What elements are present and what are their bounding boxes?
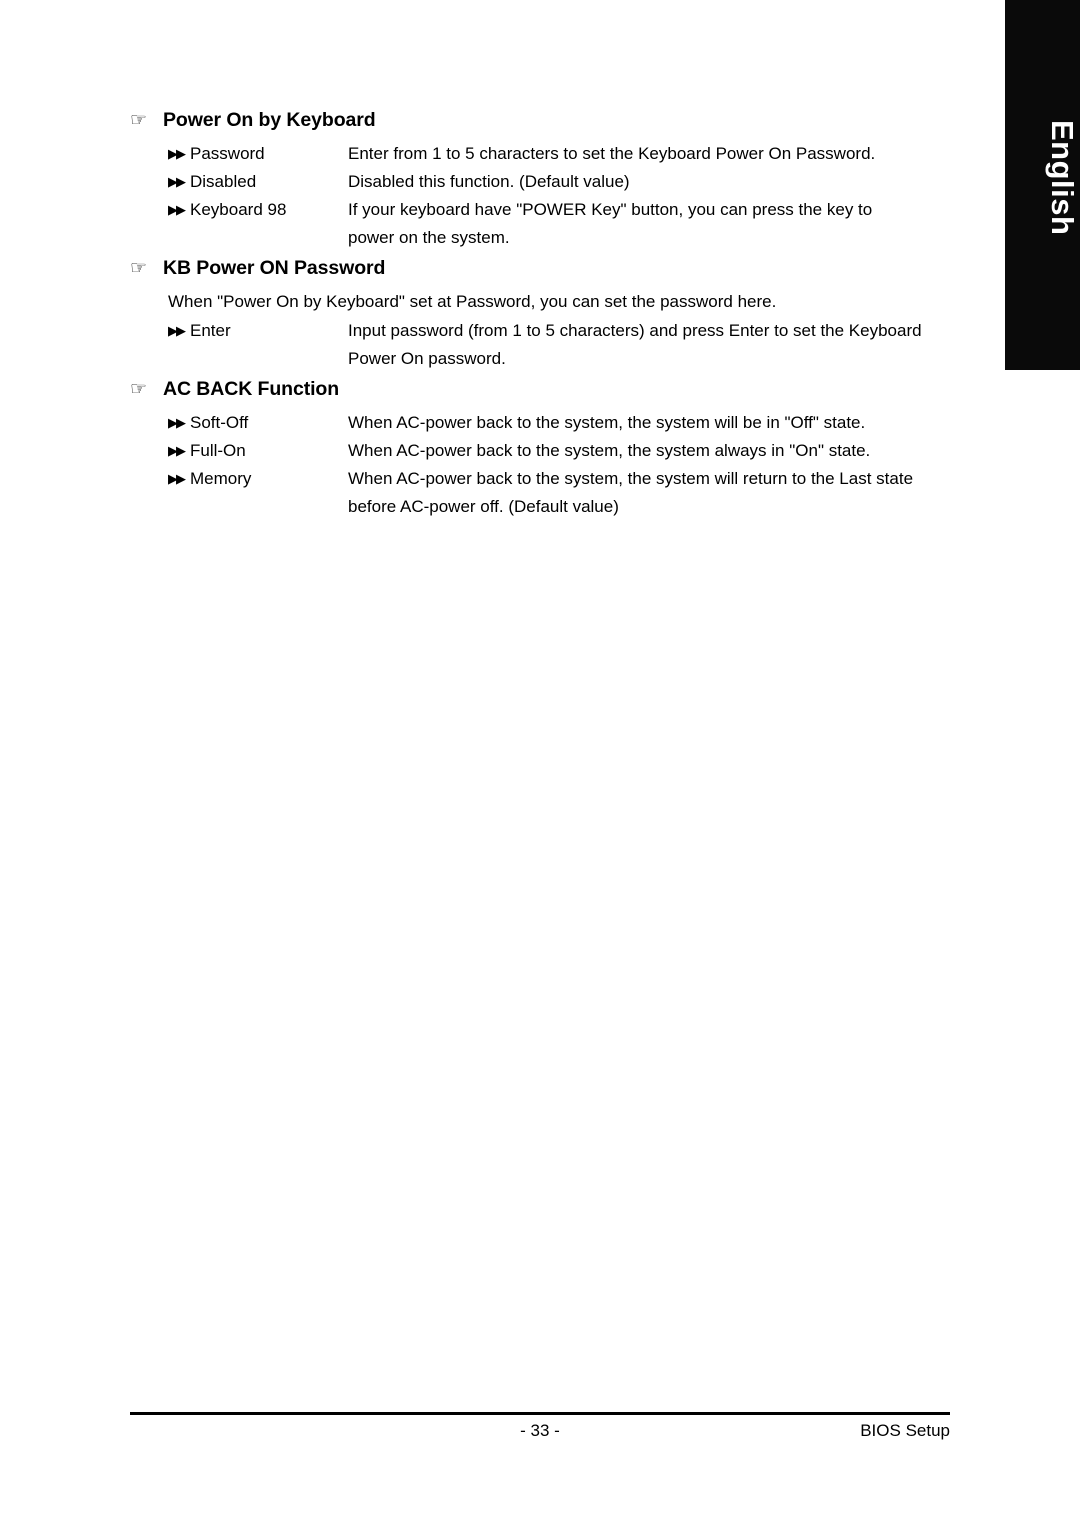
page-footer: - 33 - BIOS Setup <box>130 1412 950 1448</box>
section-heading: ☞ AC BACK Function <box>130 377 960 402</box>
page-content: ☞ Power On by Keyboard ▶▶ Password Enter… <box>130 108 960 525</box>
section-ac-back-function: ☞ AC BACK Function ▶▶ Soft-Off When AC-p… <box>130 377 960 521</box>
option-label: Password <box>190 144 265 163</box>
option-label: Memory <box>190 469 252 488</box>
option-label: Full-On <box>190 441 246 460</box>
option-description-line1: When AC-power back to the system, the sy… <box>348 469 914 488</box>
option-row: ▶▶ Enter Input password (from 1 to 5 cha… <box>168 317 960 373</box>
section-title: KB Power ON Password <box>163 257 386 279</box>
footer-divider <box>130 1412 950 1415</box>
option-description-line2: Power On password. <box>348 349 506 368</box>
pointing-hand-icon: ☞ <box>130 110 148 131</box>
option-label: Disabled <box>190 172 257 191</box>
option-label: Enter <box>190 321 231 340</box>
option-description: If your keyboard have "POWER Key" button… <box>348 196 960 252</box>
option-description: When AC-power back to the system, the sy… <box>348 413 866 432</box>
option-description: When AC-power back to the system, the sy… <box>348 441 871 460</box>
section-power-on-by-keyboard: ☞ Power On by Keyboard ▶▶ Password Enter… <box>130 108 960 252</box>
double-triangle-icon: ▶▶ <box>168 471 186 486</box>
option-row: ▶▶ Full-On When AC-power back to the sys… <box>168 437 960 465</box>
page-number: - 33 - <box>520 1421 560 1440</box>
double-triangle-icon: ▶▶ <box>168 202 186 217</box>
option-description-line1: Input password (from 1 to 5 characters) … <box>348 321 922 340</box>
option-row: ▶▶ Disabled Disabled this function. (Def… <box>168 168 960 196</box>
language-tab: English <box>1005 0 1080 370</box>
footer-section-label: BIOS Setup <box>860 1421 950 1440</box>
option-row: ▶▶ Memory When AC-power back to the syst… <box>168 465 960 521</box>
section-title: Power On by Keyboard <box>163 109 376 131</box>
option-row: ▶▶ Password Enter from 1 to 5 characters… <box>168 140 960 168</box>
document-page: English ☞ Power On by Keyboard ▶▶ Passwo… <box>0 0 1080 1529</box>
section-note: When "Power On by Keyboard" set at Passw… <box>168 292 777 311</box>
language-tab-label: English <box>1045 120 1080 236</box>
option-description: Enter from 1 to 5 characters to set the … <box>348 144 876 163</box>
option-label: Soft-Off <box>190 413 249 432</box>
option-description: When AC-power back to the system, the sy… <box>348 465 960 521</box>
double-triangle-icon: ▶▶ <box>168 146 186 161</box>
double-triangle-icon: ▶▶ <box>168 415 186 430</box>
pointing-hand-icon: ☞ <box>130 258 148 279</box>
option-description: Input password (from 1 to 5 characters) … <box>348 317 960 373</box>
double-triangle-icon: ▶▶ <box>168 174 186 189</box>
footer-row: - 33 - BIOS Setup <box>130 1418 950 1448</box>
option-row: ▶▶ Keyboard 98 If your keyboard have "PO… <box>168 196 960 252</box>
double-triangle-icon: ▶▶ <box>168 443 186 458</box>
option-label: Keyboard 98 <box>190 200 287 219</box>
pointing-hand-icon: ☞ <box>130 379 148 400</box>
section-heading: ☞ Power On by Keyboard <box>130 108 960 133</box>
section-kb-power-on-password: ☞ KB Power ON Password When "Power On by… <box>130 256 960 373</box>
option-row: ▶▶ Soft-Off When AC-power back to the sy… <box>168 409 960 437</box>
section-title: AC BACK Function <box>163 378 340 400</box>
option-description-line2: power on the system. <box>348 228 510 247</box>
section-heading: ☞ KB Power ON Password <box>130 256 960 281</box>
option-description: Disabled this function. (Default value) <box>348 172 630 191</box>
option-description-line1: If your keyboard have "POWER Key" button… <box>348 200 873 219</box>
option-description-line2: before AC-power off. (Default value) <box>348 497 619 516</box>
double-triangle-icon: ▶▶ <box>168 323 186 338</box>
